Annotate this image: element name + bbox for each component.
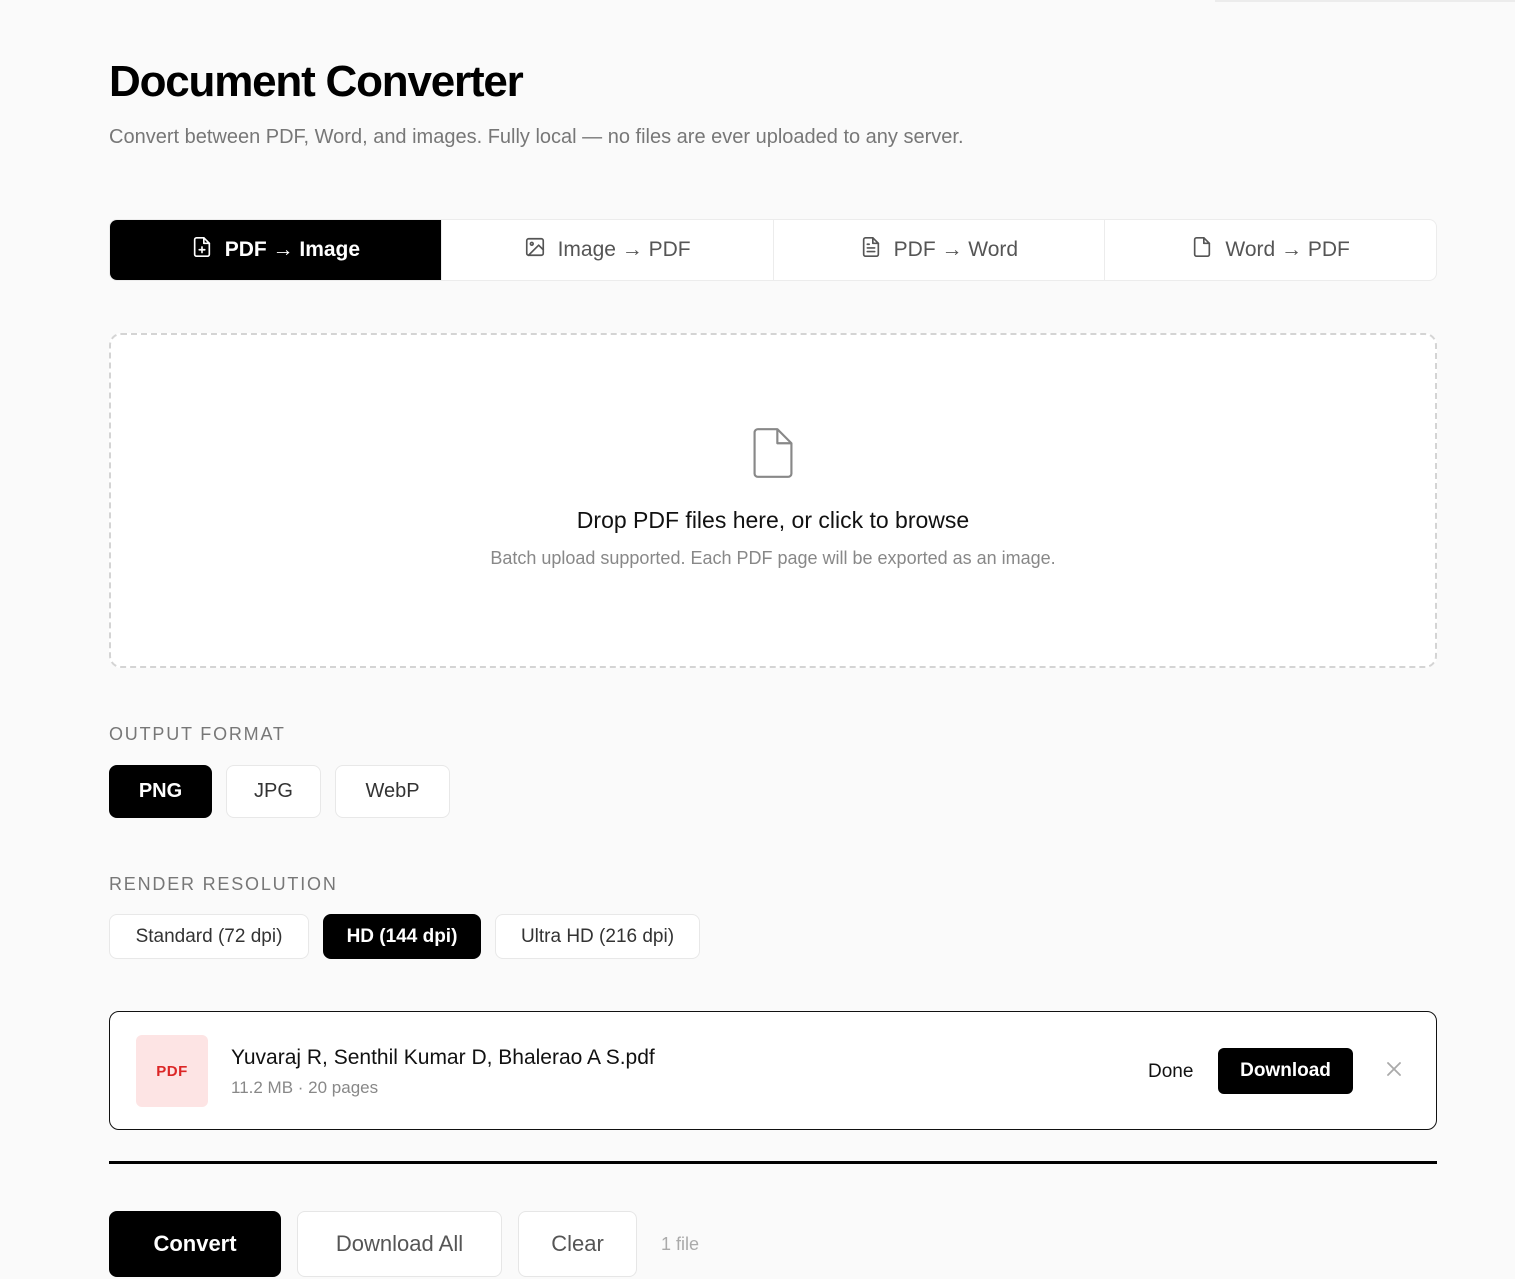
page-title: Document Converter <box>109 57 524 106</box>
close-icon[interactable] <box>1384 1059 1404 1079</box>
action-bar: Convert Download All Clear 1 file <box>109 1211 699 1277</box>
page-subtitle: Convert between PDF, Word, and images. F… <box>109 126 964 148</box>
pdf-file-badge: PDF <box>136 1035 208 1107</box>
tab-label: PDF → Word <box>893 238 1019 261</box>
file-icon <box>753 428 793 478</box>
file-status: Done <box>1148 1061 1194 1082</box>
file-text-icon <box>860 236 882 264</box>
file-count: 1 file <box>661 1233 700 1254</box>
file-list-item: PDF Yuvaraj R, Senthil Kumar D, Bhalerao… <box>109 1011 1437 1130</box>
resolution-standard-button[interactable]: Standard (72 dpi) <box>109 914 309 959</box>
tab-image-to-pdf[interactable]: Image → PDF <box>442 220 774 280</box>
drop-zone-title: Drop PDF files here, or click to browse <box>576 507 970 533</box>
tab-label: PDF → Image <box>224 238 361 261</box>
tab-label: Word → PDF <box>1225 238 1350 261</box>
overall-progress-bar <box>109 1161 1437 1164</box>
convert-button[interactable]: Convert <box>109 1211 281 1277</box>
format-webp-button[interactable]: WebP <box>335 765 450 818</box>
clear-button[interactable]: Clear <box>518 1211 637 1277</box>
format-png-button[interactable]: PNG <box>109 765 212 818</box>
download-all-button[interactable]: Download All <box>297 1211 502 1277</box>
conversion-tabs: PDF → Image Image → PDF PDF → Word Word … <box>109 219 1437 281</box>
output-format-options: PNG JPG WebP <box>109 765 450 818</box>
file-drop-zone[interactable]: Drop PDF files here, or click to browse … <box>109 333 1437 668</box>
tab-pdf-to-word[interactable]: PDF → Word <box>774 220 1106 280</box>
file-icon <box>1191 236 1213 264</box>
output-format-label: OUTPUT FORMAT <box>109 724 286 744</box>
drop-zone-subtitle: Batch upload supported. Each PDF page wi… <box>490 548 1056 568</box>
file-meta: 11.2 MB · 20 pages <box>231 1078 379 1097</box>
resolution-ultra-hd-button[interactable]: Ultra HD (216 dpi) <box>495 914 700 959</box>
tab-word-to-pdf[interactable]: Word → PDF <box>1105 220 1436 280</box>
top-edge-shade <box>1215 0 1515 2</box>
file-name: Yuvaraj R, Senthil Kumar D, Bhalerao A S… <box>231 1046 655 1069</box>
render-resolution-options: Standard (72 dpi) HD (144 dpi) Ultra HD … <box>109 914 700 959</box>
tab-label: Image → PDF <box>557 238 691 261</box>
tab-pdf-to-image[interactable]: PDF → Image <box>110 220 442 280</box>
render-resolution-label: RENDER RESOLUTION <box>109 874 338 894</box>
file-plus-icon <box>191 236 213 264</box>
file-download-button[interactable]: Download <box>1218 1048 1353 1094</box>
resolution-hd-button[interactable]: HD (144 dpi) <box>323 914 481 959</box>
image-icon <box>524 236 546 264</box>
format-jpg-button[interactable]: JPG <box>226 765 321 818</box>
